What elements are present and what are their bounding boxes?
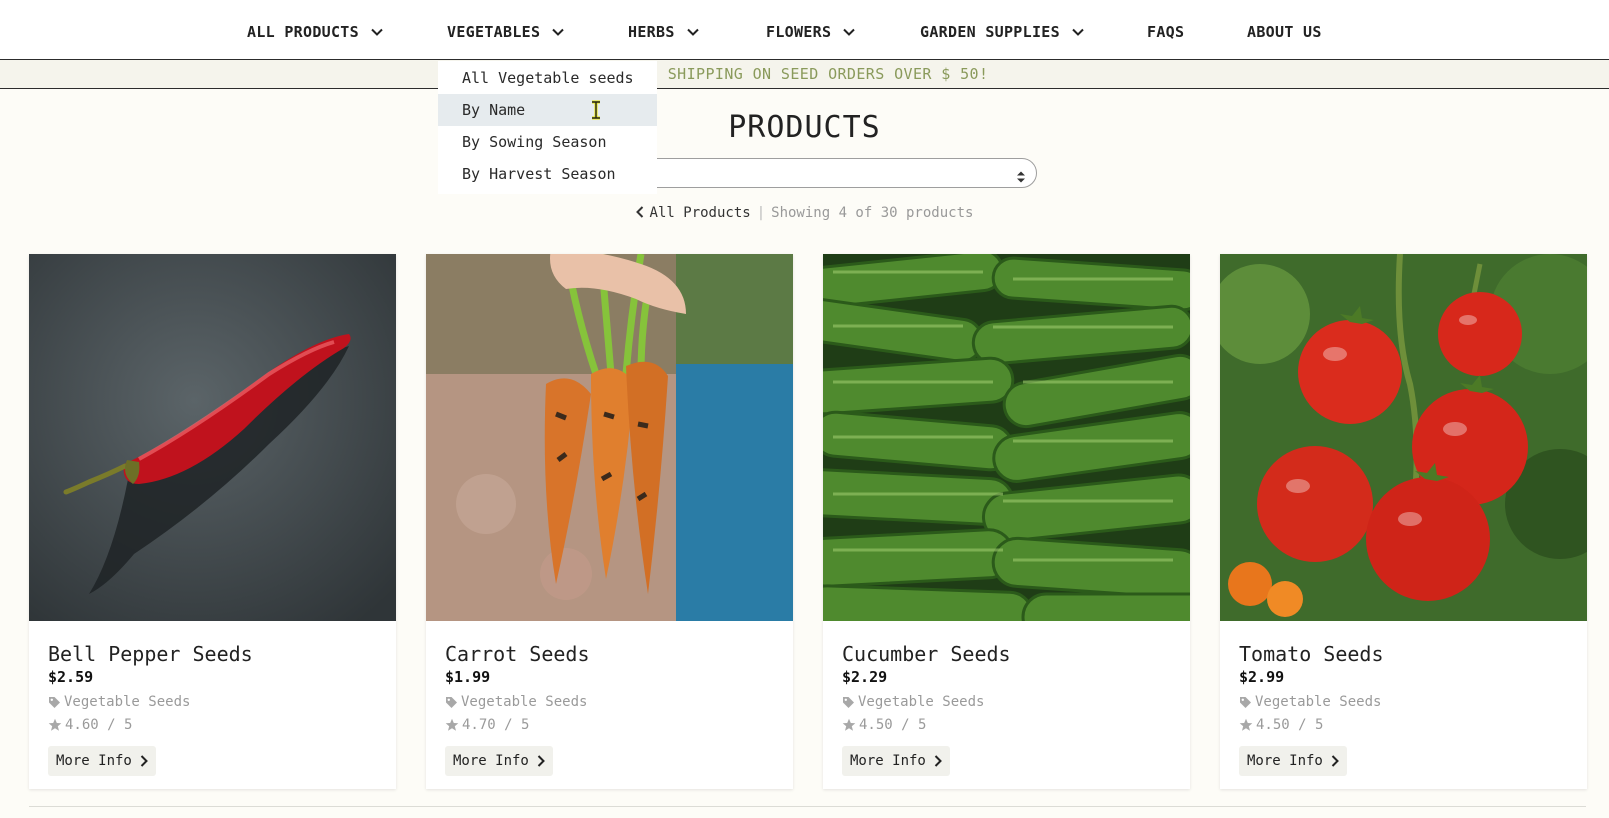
more-info-label: More Info (453, 753, 529, 769)
star-icon (48, 718, 62, 731)
product-category: Vegetable Seeds (842, 694, 984, 710)
breadcrumb: All Products | Showing 4 of 30 products (0, 205, 1609, 221)
nav-herbs[interactable]: HERBS (628, 20, 699, 44)
category-label: Vegetable Seeds (461, 694, 588, 710)
nav-about-us[interactable]: ABOUT US (1247, 20, 1322, 44)
nav-all-products[interactable]: ALL PRODUCTS (247, 20, 383, 44)
chevron-right-icon (1331, 755, 1339, 767)
dropdown-item-all-vegetable-seeds[interactable]: All Vegetable seeds (438, 62, 657, 94)
top-navigation: ALL PRODUCTS VEGETABLES HERBS FLOWERS GA… (0, 0, 1609, 60)
chevron-right-icon (934, 755, 942, 767)
category-label: Vegetable Seeds (1255, 694, 1382, 710)
product-name: Cucumber Seeds (842, 642, 1011, 666)
product-card-tomato: Tomato Seeds $2.99 Vegetable Seeds 4.50 … (1220, 254, 1587, 789)
text-cursor-icon (590, 100, 602, 124)
product-category: Vegetable Seeds (445, 694, 587, 710)
category-label: Vegetable Seeds (64, 694, 191, 710)
star-icon (445, 718, 459, 731)
chevron-down-icon (686, 28, 699, 36)
chevron-left-icon (635, 206, 643, 218)
nav-label: ALL PRODUCTS (247, 23, 359, 41)
divider (29, 806, 1586, 807)
rating-value: 4.50 / 5 (859, 717, 927, 733)
product-price: $1.99 (445, 668, 491, 686)
product-count: Showing 4 of 30 products (771, 205, 974, 221)
chevron-down-icon (1072, 28, 1084, 36)
select-arrows-icon (1016, 166, 1026, 194)
product-card-bell-pepper: Bell Pepper Seeds $2.59 Vegetable Seeds … (29, 254, 396, 789)
more-info-label: More Info (850, 753, 926, 769)
tag-icon (1240, 696, 1251, 708)
category-label: Vegetable Seeds (858, 694, 985, 710)
chevron-down-icon (371, 28, 383, 36)
chevron-down-icon (843, 28, 856, 36)
more-info-label: More Info (56, 753, 132, 769)
back-link-label: All Products (649, 205, 751, 221)
product-name: Tomato Seeds (1239, 642, 1384, 666)
tag-icon (446, 696, 457, 708)
product-card-cucumber: Cucumber Seeds $2.29 Vegetable Seeds 4.5… (823, 254, 1190, 789)
chevron-right-icon (140, 755, 148, 767)
more-info-label: More Info (1247, 753, 1323, 769)
product-rating: 4.50 / 5 (1239, 717, 1323, 733)
star-icon (1239, 718, 1253, 731)
nav-faqs[interactable]: FAQS (1147, 20, 1184, 44)
dropdown-item-by-harvest-season[interactable]: By Harvest Season (438, 158, 657, 190)
product-category: Vegetable Seeds (48, 694, 190, 710)
product-category: Vegetable Seeds (1239, 694, 1381, 710)
product-price: $2.29 (842, 668, 888, 686)
product-rating: 4.60 / 5 (48, 717, 132, 733)
more-info-button[interactable]: More Info (48, 746, 156, 776)
rating-value: 4.60 / 5 (65, 717, 133, 733)
carrots-bunch-image[interactable] (426, 254, 793, 621)
product-name: Bell Pepper Seeds (48, 642, 253, 666)
dropdown-item-by-sowing-season[interactable]: By Sowing Season (438, 126, 657, 158)
more-info-button[interactable]: More Info (445, 746, 553, 776)
sort-select[interactable]: ) (600, 158, 1037, 188)
dropdown-item-by-name[interactable]: By Name (438, 94, 657, 126)
back-to-all-products-link[interactable]: All Products (635, 205, 751, 221)
nav-label: HERBS (628, 23, 675, 41)
cucumbers-pile-image[interactable] (823, 254, 1190, 621)
vegetables-dropdown-menu: All Vegetable seeds By Name By Sowing Se… (438, 61, 657, 194)
product-rating: 4.70 / 5 (445, 717, 529, 733)
nav-label: VEGETABLES (447, 23, 541, 41)
chevron-right-icon (537, 755, 545, 767)
product-rating: 4.50 / 5 (842, 717, 926, 733)
product-card-carrot: Carrot Seeds $1.99 Vegetable Seeds 4.70 … (426, 254, 793, 789)
nav-label: ABOUT US (1247, 23, 1322, 41)
red-chili-pepper-image[interactable] (29, 254, 396, 621)
nav-label: FLOWERS (766, 23, 832, 41)
product-name: Carrot Seeds (445, 642, 590, 666)
nav-label: GARDEN SUPPLIES (920, 23, 1060, 41)
product-price: $2.59 (48, 668, 94, 686)
shipping-banner: FREE SHIPPING ON SEED ORDERS OVER $ 50! (0, 60, 1609, 89)
more-info-button[interactable]: More Info (842, 746, 950, 776)
star-icon (842, 718, 856, 731)
more-info-button[interactable]: More Info (1239, 746, 1347, 776)
product-price: $2.99 (1239, 668, 1285, 686)
nav-vegetables[interactable]: VEGETABLES (447, 20, 565, 44)
rating-value: 4.50 / 5 (1256, 717, 1324, 733)
chevron-down-icon (552, 28, 565, 36)
nav-flowers[interactable]: FLOWERS (766, 20, 856, 44)
tag-icon (843, 696, 854, 708)
breadcrumb-separator: | (756, 205, 766, 221)
nav-garden-supplies[interactable]: GARDEN SUPPLIES (920, 20, 1084, 44)
page-title: PRODUCTS (728, 110, 881, 145)
nav-label: FAQS (1147, 23, 1185, 41)
tag-icon (49, 696, 60, 708)
tomatoes-on-vine-image[interactable] (1220, 254, 1587, 621)
rating-value: 4.70 / 5 (462, 717, 530, 733)
